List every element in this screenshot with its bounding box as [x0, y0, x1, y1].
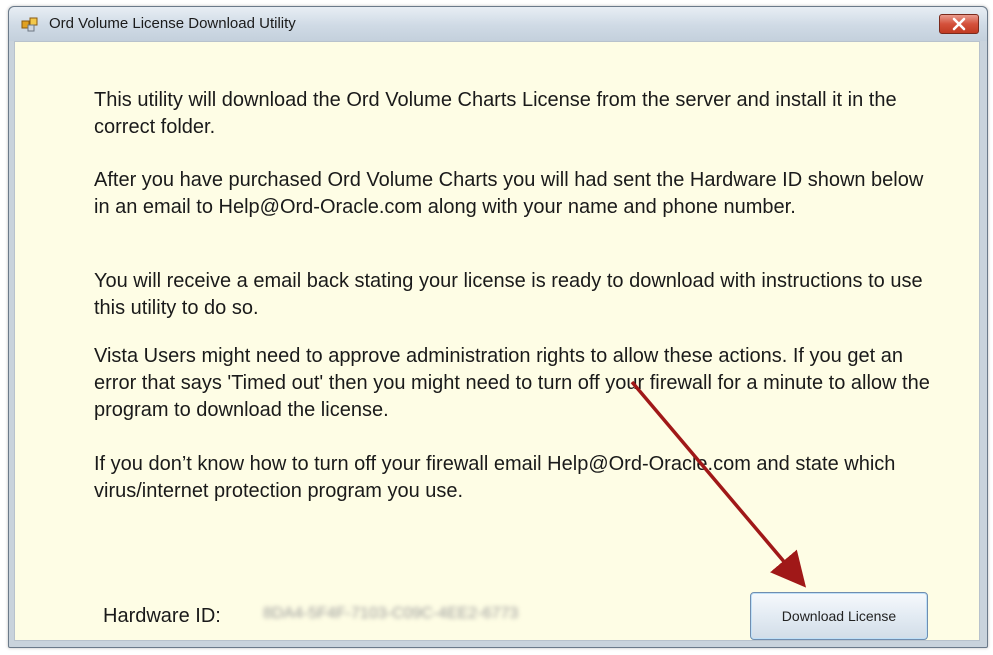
hardware-id-value: 8DA4-5F4F-7103-C09C-4EE2-6773	[263, 605, 519, 622]
email-notice-paragraph: You will receive a email back stating yo…	[94, 270, 923, 319]
window-title: Ord Volume License Download Utility	[49, 15, 296, 32]
purchase-instructions-paragraph: After you have purchased Ord Volume Char…	[94, 169, 924, 218]
hardware-id-label: Hardware ID:	[103, 605, 221, 627]
close-icon	[952, 17, 966, 31]
intro-paragraph: This utility will download the Ord Volum…	[94, 89, 897, 138]
utility-window: Ord Volume License Download Utility This…	[8, 6, 988, 648]
download-license-button[interactable]: Download License	[750, 592, 928, 640]
app-icon	[21, 17, 38, 32]
close-button[interactable]	[939, 14, 979, 34]
firewall-help-paragraph: If you don’t know how to turn off your f…	[94, 453, 896, 502]
dialog-body: This utility will download the Ord Volum…	[14, 41, 980, 641]
title-bar[interactable]: Ord Volume License Download Utility	[9, 7, 987, 41]
vista-users-paragraph: Vista Users might need to approve admini…	[94, 345, 930, 421]
